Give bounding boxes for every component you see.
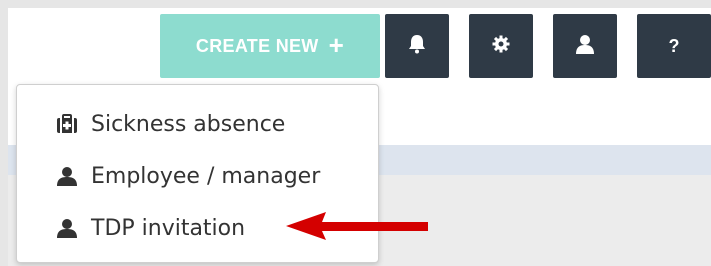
menu-item-sickness-absence[interactable]: Sickness absence <box>17 99 380 149</box>
menu-item-label: Sickness absence <box>91 111 286 137</box>
user-icon <box>55 164 79 188</box>
settings-button[interactable] <box>469 14 533 78</box>
gear-icon <box>492 35 510 58</box>
annotation-arrow-icon <box>286 212 428 240</box>
bell-icon <box>408 34 426 59</box>
medical-kit-icon <box>55 112 79 136</box>
profile-button[interactable] <box>553 14 617 78</box>
create-new-button[interactable]: CREATE NEW + <box>160 14 380 78</box>
create-new-label: CREATE NEW <box>195 35 319 56</box>
menu-item-employee-manager[interactable]: Employee / manager <box>17 151 380 201</box>
help-icon: ? <box>668 35 680 56</box>
help-button[interactable]: ? <box>637 14 711 78</box>
menu-item-label: Employee / manager <box>91 163 321 189</box>
top-toolbar: CREATE NEW + ? <box>0 14 711 78</box>
notifications-button[interactable] <box>385 14 449 78</box>
plus-icon: + <box>328 30 345 60</box>
menu-item-label: TDP invitation <box>91 215 246 241</box>
user-icon <box>576 34 594 59</box>
user-icon <box>55 216 79 240</box>
